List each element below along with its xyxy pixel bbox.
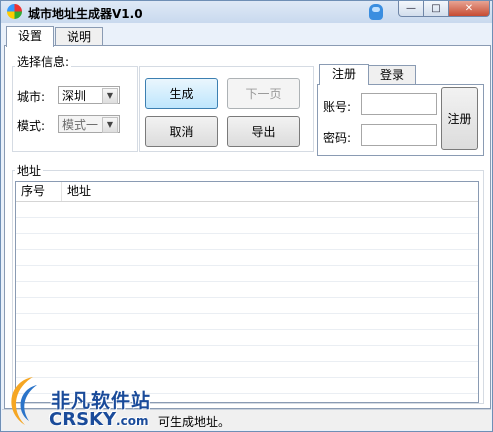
city-select[interactable]: 深圳 ▼ bbox=[58, 86, 120, 104]
window-title: 城市地址生成器V1.0 bbox=[28, 7, 143, 21]
address-group-title: 地址 bbox=[15, 162, 44, 179]
chevron-down-icon[interactable]: ▼ bbox=[102, 117, 118, 133]
tab-instructions[interactable]: 说明 bbox=[55, 27, 103, 46]
watermark-domain-suffix: .com bbox=[116, 414, 149, 428]
export-button[interactable]: 导出 bbox=[227, 116, 300, 147]
app-window: 城市地址生成器V1.0 — □ ✕ 设置 说明 选择信息: 城市: 深圳 ▼ 模… bbox=[0, 0, 493, 432]
list-rows bbox=[16, 202, 478, 402]
mode-select-value: 模式一 bbox=[62, 118, 99, 132]
mode-select[interactable]: 模式一 ▼ bbox=[58, 115, 120, 133]
next-page-button[interactable]: 下一页 bbox=[227, 78, 300, 109]
username-label: 账号: bbox=[323, 100, 352, 114]
address-list[interactable]: 序号 地址 bbox=[15, 181, 479, 403]
generate-button[interactable]: 生成 bbox=[145, 78, 218, 109]
mode-label: 模式: bbox=[17, 119, 46, 133]
title-bar[interactable]: 城市地址生成器V1.0 — □ ✕ bbox=[1, 1, 492, 23]
column-header-address[interactable]: 地址 bbox=[62, 182, 91, 201]
app-icon bbox=[7, 4, 22, 19]
select-info-title: 选择信息: bbox=[15, 53, 72, 70]
register-button[interactable]: 注册 bbox=[441, 87, 478, 150]
tab-settings[interactable]: 设置 bbox=[6, 26, 54, 47]
watermark-domain-main: CRSKY bbox=[49, 409, 117, 430]
password-label: 密码: bbox=[323, 131, 352, 145]
tab-register[interactable]: 注册 bbox=[319, 64, 369, 85]
tab-login[interactable]: 登录 bbox=[368, 65, 416, 84]
watermark-domain: CRSKY.com bbox=[49, 409, 148, 430]
city-label: 城市: bbox=[17, 90, 46, 104]
chevron-down-icon[interactable]: ▼ bbox=[102, 88, 118, 104]
close-button[interactable]: ✕ bbox=[448, 1, 490, 17]
city-select-value: 深圳 bbox=[62, 89, 87, 103]
watermark-logo-icon bbox=[11, 377, 37, 425]
cancel-button[interactable]: 取消 bbox=[145, 116, 218, 147]
username-input[interactable] bbox=[361, 93, 437, 115]
select-info-group bbox=[12, 66, 138, 152]
mascot-icon[interactable] bbox=[369, 4, 383, 20]
maximize-button[interactable]: □ bbox=[423, 1, 449, 17]
minimize-button[interactable]: — bbox=[398, 1, 424, 17]
list-header: 序号 地址 bbox=[16, 182, 478, 202]
status-text: 可生成地址。 bbox=[158, 415, 231, 429]
column-header-index[interactable]: 序号 bbox=[16, 182, 62, 201]
password-input[interactable] bbox=[361, 124, 437, 146]
